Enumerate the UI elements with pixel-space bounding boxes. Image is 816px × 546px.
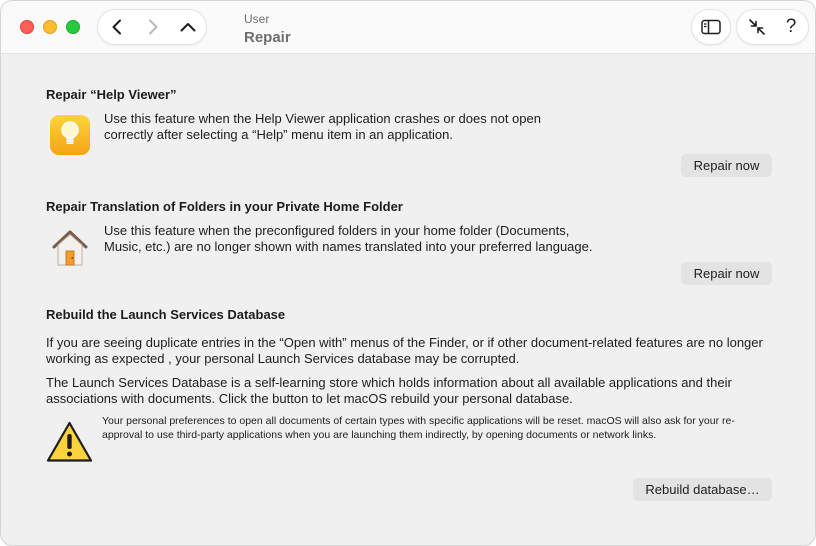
lightbulb-icon — [49, 114, 91, 161]
window-title: User Repair — [244, 11, 291, 48]
repair-help-viewer-button[interactable]: Repair now — [681, 154, 772, 177]
chevron-right-icon — [149, 19, 158, 35]
repair-content: Repair “Help Viewer” Use this feature wh… — [1, 55, 815, 545]
up-button[interactable] — [171, 10, 205, 44]
question-mark-icon: ? — [785, 16, 797, 37]
rebuild-database-button[interactable]: Rebuild database… — [633, 478, 772, 501]
collapse-button[interactable] — [741, 10, 773, 44]
page-title: Repair — [244, 29, 291, 46]
toggle-sidebar-button[interactable] — [691, 9, 731, 45]
forward-button[interactable] — [136, 10, 170, 44]
window-subtitle: User — [244, 12, 270, 26]
translation-description: Use this feature when the preconfigured … — [104, 223, 593, 254]
sidebar-icon — [701, 19, 721, 35]
launch-services-title: Rebuild the Launch Services Database — [46, 307, 286, 322]
collapse-arrows-icon — [749, 19, 765, 35]
navigation-group — [97, 9, 207, 45]
home-icon — [49, 226, 91, 273]
minimize-window-button[interactable] — [43, 20, 57, 34]
chevron-up-icon — [180, 23, 196, 32]
zoom-window-button[interactable] — [66, 20, 80, 34]
launch-services-paragraph-1: If you are seeing duplicate entries in t… — [46, 335, 763, 366]
translation-title: Repair Translation of Folders in your Pr… — [46, 199, 403, 214]
app-window: User Repair ? Repair “Help Viewer” Use t… — [0, 0, 816, 546]
back-button[interactable] — [100, 10, 134, 44]
warning-icon — [45, 420, 94, 469]
close-window-button[interactable] — [20, 20, 34, 34]
repair-translation-button[interactable]: Repair now — [681, 262, 772, 285]
help-button[interactable]: ? — [775, 10, 807, 44]
toolbar: User Repair ? — [1, 1, 815, 54]
help-viewer-description: Use this feature when the Help Viewer ap… — [104, 111, 541, 142]
launch-services-warning: Your personal preferences to open all do… — [102, 415, 735, 441]
chevron-left-icon — [112, 19, 121, 35]
launch-services-paragraph-2: The Launch Services Database is a self-l… — [46, 375, 732, 406]
help-viewer-title: Repair “Help Viewer” — [46, 87, 177, 102]
right-toolbar-group: ? — [736, 9, 809, 45]
